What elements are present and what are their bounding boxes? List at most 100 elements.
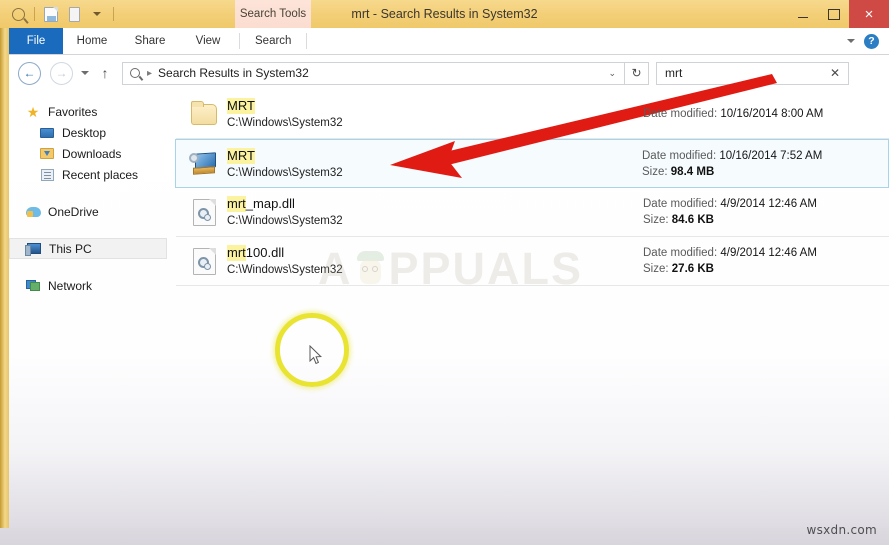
file-name-rest: _map.dll [245, 196, 295, 211]
content-area: ★ Favorites Desktop Downloads Recent pla… [9, 90, 889, 528]
file-explorer-window: Search Tools mrt - Search Results in Sys… [0, 0, 889, 545]
tab-search[interactable]: Search [242, 28, 304, 54]
file-name-match: mrt [227, 196, 246, 212]
ribbon-tab-divider [239, 33, 240, 49]
breadcrumb: Search Results in System32 [158, 66, 309, 80]
sidebar-item-favorites[interactable]: ★ Favorites [9, 101, 176, 122]
window-frame-left-edge [0, 0, 9, 528]
size-label: Size: [643, 214, 669, 226]
customize-chevron-icon[interactable] [87, 4, 107, 24]
qat-separator-2 [113, 7, 114, 21]
file-path: C:\Windows\System32 [227, 215, 343, 227]
date-modified-label: Date modified: [643, 247, 718, 259]
cloud-icon [25, 204, 41, 220]
search-icon[interactable] [8, 4, 28, 24]
result-name-block: mrt100.dll C:\Windows\System32 [227, 244, 643, 278]
refresh-icon: ↻ [631, 66, 642, 80]
breadcrumb-separator-icon: ▸ [147, 67, 153, 79]
table-row[interactable]: mrt_map.dll C:\Windows\System32 Date mod… [176, 188, 889, 237]
recent-places-icon [39, 167, 55, 183]
sidebar-item-recent-places[interactable]: Recent places [9, 164, 176, 185]
new-folder-icon[interactable] [41, 4, 61, 24]
network-icon [25, 278, 41, 294]
desktop-icon [39, 125, 55, 141]
refresh-button[interactable]: ↻ [625, 61, 649, 85]
chevron-down-icon[interactable] [847, 39, 855, 43]
maximize-button[interactable] [818, 0, 849, 28]
file-path: C:\Windows\System32 [227, 264, 343, 276]
dll-file-icon [187, 195, 221, 229]
file-path: C:\Windows\System32 [227, 166, 343, 179]
ribbon-right-controls: ? [847, 28, 889, 54]
size-label: Size: [643, 263, 669, 275]
result-meta-block: Date modified: 4/9/2014 12:46 AM Size: 2… [643, 245, 889, 277]
size-value: 98.4 MB [670, 165, 715, 178]
wsxdn-watermark: wsxdn.com [806, 523, 877, 537]
up-button[interactable]: ↑ [95, 65, 115, 81]
tab-file[interactable]: File [9, 28, 63, 54]
size-label: Size: [642, 165, 668, 178]
folder-icon [187, 97, 221, 131]
date-modified-value: 10/16/2014 7:52 AM [719, 149, 823, 162]
title-bar[interactable]: Search Tools mrt - Search Results in Sys… [0, 0, 889, 28]
help-icon[interactable]: ? [864, 33, 879, 49]
window-controls: × [787, 0, 889, 28]
recent-locations-chevron-icon[interactable] [77, 71, 93, 75]
table-row[interactable]: mrt100.dll C:\Windows\System32 Date modi… [176, 237, 889, 286]
sidebar-item-downloads[interactable]: Downloads [9, 143, 176, 164]
result-name-block: mrt_map.dll C:\Windows\System32 [227, 195, 643, 229]
result-name-block: MRT C:\Windows\System32 [227, 97, 643, 131]
address-dropdown-icon[interactable]: ⌄ [608, 68, 616, 79]
close-button[interactable]: × [849, 0, 889, 28]
qat-separator [34, 7, 35, 21]
search-results-list: MRT C:\Windows\System32 Date modified: 1… [175, 90, 889, 528]
file-name-match: mrt [227, 245, 246, 261]
navigation-pane: ★ Favorites Desktop Downloads Recent pla… [9, 90, 176, 528]
quick-access-toolbar [0, 0, 117, 28]
sidebar-item-desktop[interactable]: Desktop [9, 122, 176, 143]
address-bar[interactable]: ▸ Search Results in System32 ⌄ [122, 61, 625, 85]
tab-share[interactable]: Share [121, 28, 179, 54]
date-modified-value: 10/16/2014 8:00 AM [720, 108, 824, 120]
window-title: mrt - Search Results in System32 [351, 7, 538, 21]
search-results-icon [130, 68, 140, 78]
file-name-rest: 100.dll [245, 245, 285, 260]
date-modified-label: Date modified: [643, 108, 718, 120]
sidebar-item-network[interactable]: Network [9, 275, 176, 296]
back-button[interactable]: ← [18, 61, 41, 85]
clear-search-icon[interactable]: ✕ [830, 66, 840, 80]
result-meta-block: Date modified: 10/16/2014 7:52 AM Size: … [642, 148, 888, 180]
size-value: 84.6 KB [671, 214, 714, 226]
file-name: MRT [227, 147, 255, 164]
dll-file-icon [187, 244, 221, 278]
contextual-tab-label: Search Tools [239, 8, 307, 20]
table-row[interactable]: MRT C:\Windows\System32 Date modified: 1… [176, 90, 889, 139]
close-icon: × [864, 5, 874, 23]
star-icon: ★ [26, 103, 40, 120]
contextual-tab-search-tools: Search Tools [235, 0, 311, 28]
sidebar-item-onedrive[interactable]: OneDrive [9, 201, 176, 222]
downloads-folder-icon [39, 146, 55, 162]
tab-view[interactable]: View [179, 28, 237, 54]
date-modified-label: Date modified: [643, 198, 718, 210]
search-input[interactable]: mrt [665, 66, 682, 80]
properties-icon[interactable] [64, 4, 84, 24]
table-row[interactable]: MRT C:\Windows\System32 Date modified: 1… [175, 139, 889, 188]
ribbon-tab-divider-2 [306, 33, 308, 49]
minimize-button[interactable] [787, 0, 818, 28]
application-icon [187, 147, 221, 181]
date-modified-value: 4/9/2014 12:46 AM [720, 247, 817, 259]
ribbon-tab-bar: File Home Share View Search ? [9, 28, 889, 55]
search-box[interactable]: mrt ✕ [656, 61, 849, 85]
result-name-block: MRT C:\Windows\System32 [227, 147, 642, 181]
size-value: 27.6 KB [671, 263, 714, 275]
sidebar-item-this-pc[interactable]: This PC [9, 238, 167, 259]
date-modified-value: 4/9/2014 12:46 AM [720, 198, 817, 210]
forward-button[interactable]: → [50, 61, 73, 85]
tab-home[interactable]: Home [63, 28, 121, 54]
result-meta-block: Date modified: 10/16/2014 8:00 AM [643, 106, 889, 122]
computer-icon [25, 241, 42, 257]
